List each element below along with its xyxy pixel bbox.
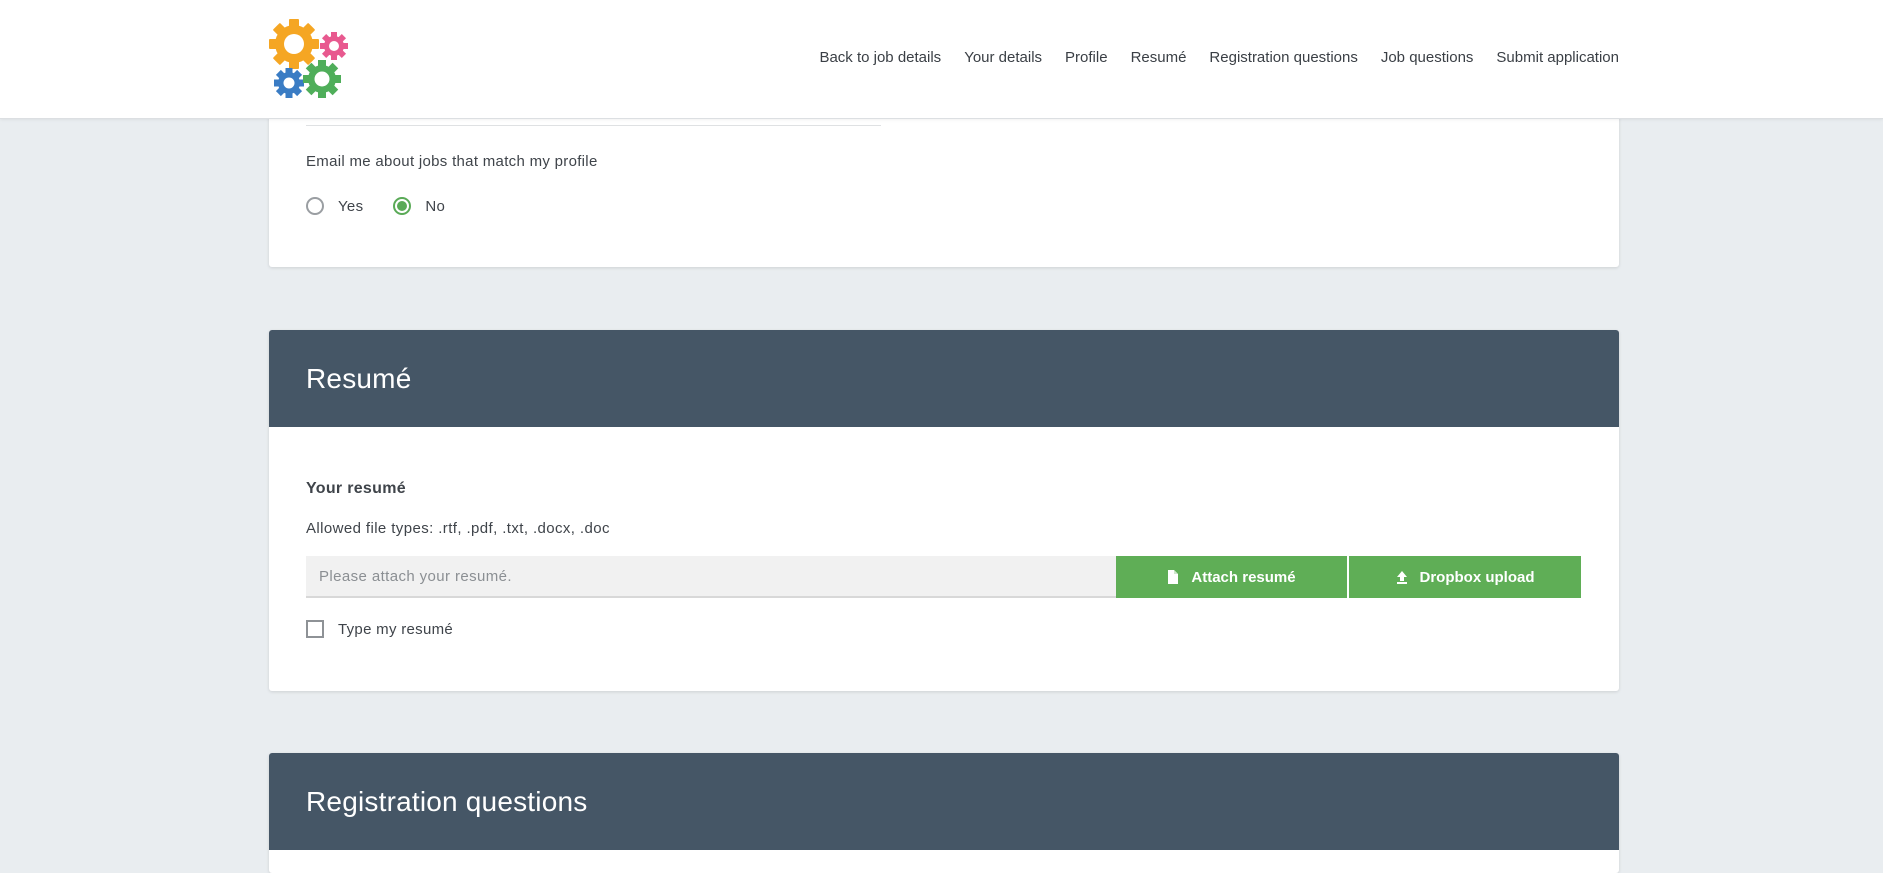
allowed-file-types: Allowed file types: .rtf, .pdf, .txt, .d… bbox=[306, 520, 610, 537]
resume-section-title: Resumé bbox=[269, 330, 1619, 427]
registration-section-title: Registration questions bbox=[269, 753, 1619, 850]
attach-resume-button[interactable]: Attach resumé bbox=[1116, 556, 1347, 598]
nav-job-questions[interactable]: Job questions bbox=[1381, 49, 1474, 66]
type-resume-checkbox[interactable] bbox=[306, 620, 324, 638]
nav-your-details[interactable]: Your details bbox=[964, 49, 1042, 66]
upload-icon bbox=[1396, 571, 1407, 584]
radio-yes-label[interactable]: Yes bbox=[338, 198, 363, 215]
dropbox-upload-label: Dropbox upload bbox=[1419, 568, 1535, 586]
nav-submit-application[interactable]: Submit application bbox=[1496, 49, 1619, 66]
nav-registration-questions[interactable]: Registration questions bbox=[1209, 49, 1357, 66]
nav-profile[interactable]: Profile bbox=[1065, 49, 1108, 66]
dropbox-upload-button[interactable]: Dropbox upload bbox=[1349, 556, 1581, 598]
nav-back-to-job-details[interactable]: Back to job details bbox=[819, 49, 941, 66]
email-jobs-question: Email me about jobs that match my profil… bbox=[306, 153, 598, 170]
top-nav: Back to job details Your details Profile… bbox=[819, 49, 1619, 66]
radio-yes[interactable] bbox=[306, 197, 324, 215]
type-resume-label[interactable]: Type my resumé bbox=[338, 621, 453, 638]
gears-logo-icon[interactable] bbox=[267, 17, 351, 101]
resume-card: Resumé Your resumé Allowed file types: .… bbox=[269, 330, 1619, 691]
field-divider bbox=[306, 125, 881, 126]
resume-file-input[interactable] bbox=[306, 556, 1116, 598]
registration-card: Registration questions bbox=[269, 753, 1619, 873]
email-jobs-radio-group: Yes No bbox=[306, 197, 475, 215]
nav-resume[interactable]: Resumé bbox=[1131, 49, 1187, 66]
attach-resume-label: Attach resumé bbox=[1191, 568, 1296, 586]
your-resume-label: Your resumé bbox=[306, 480, 406, 497]
file-icon bbox=[1168, 570, 1179, 584]
radio-no-label[interactable]: No bbox=[425, 198, 445, 215]
site-header: Back to job details Your details Profile… bbox=[0, 0, 1883, 119]
type-resume-option: Type my resumé bbox=[306, 620, 453, 638]
radio-no[interactable] bbox=[393, 197, 412, 215]
